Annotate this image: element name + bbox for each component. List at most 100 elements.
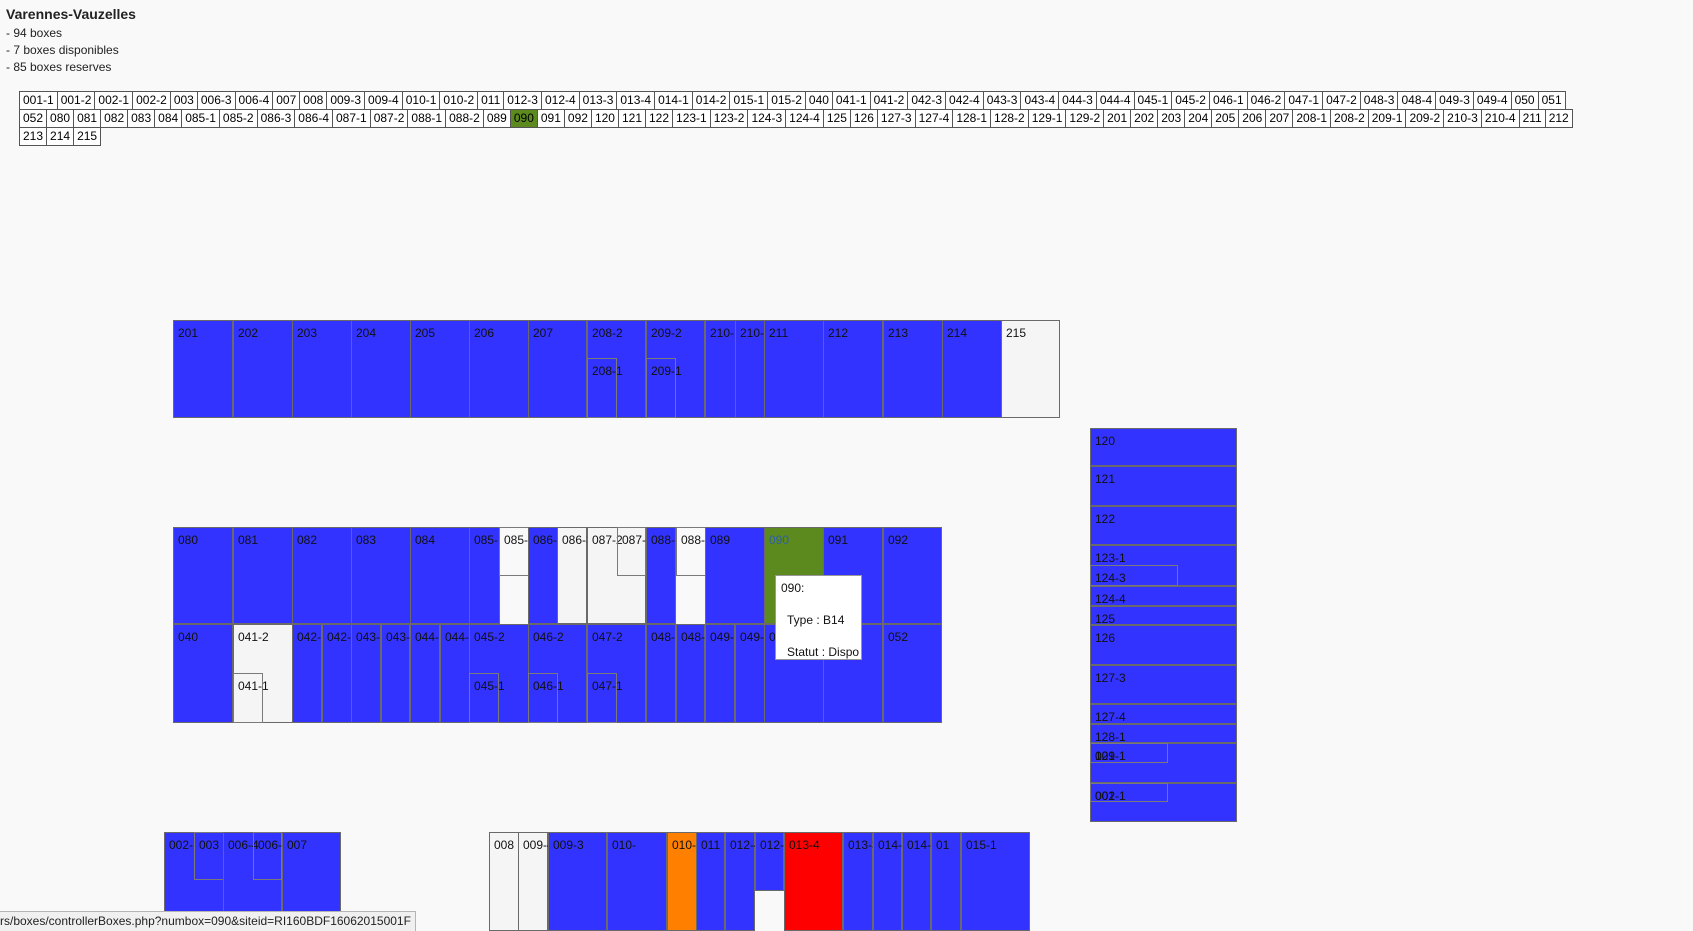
- plan-box-047-1[interactable]: 047-1: [587, 673, 623, 723]
- plan-box-124-3[interactable]: 124-3: [1090, 565, 1178, 586]
- plan-box-080[interactable]: 080: [173, 527, 233, 624]
- plan-box-205[interactable]: 205: [410, 320, 470, 418]
- plan-box-046-1[interactable]: 046-1: [528, 673, 564, 723]
- plan-box-122[interactable]: 122: [1090, 506, 1237, 545]
- plan-box-label: 009-3: [553, 838, 584, 852]
- plan-box-label: 204: [356, 326, 377, 340]
- plan-box-204[interactable]: 204: [351, 320, 411, 418]
- plan-box-010-[interactable]: 010-: [607, 832, 667, 931]
- plan-box-048-[interactable]: 048-: [646, 624, 676, 723]
- plan-box-213[interactable]: 213: [883, 320, 943, 418]
- plan-box-014-1[interactable]: 014-1: [902, 832, 938, 931]
- plan-box-081[interactable]: 081: [233, 527, 293, 624]
- plan-box-008[interactable]: 008: [489, 832, 519, 931]
- plan-box-002-[interactable]: 002-: [1090, 783, 1168, 803]
- plan-box-207[interactable]: 207: [528, 320, 587, 418]
- plan-box-127-4[interactable]: 127-4: [1090, 704, 1237, 724]
- plan-box-043-[interactable]: 043-: [381, 624, 410, 723]
- plan-box-125[interactable]: 125: [1090, 606, 1237, 626]
- plan-box-042-[interactable]: 042-: [322, 624, 352, 723]
- plan-box-label: 090: [769, 533, 790, 547]
- plan-box-089[interactable]: 089: [705, 527, 765, 624]
- plan-box-049-[interactable]: 049-: [705, 624, 735, 723]
- plan-box-label: 210-: [740, 326, 765, 340]
- plan-box-label: 126: [1095, 631, 1116, 645]
- plan-box-010-[interactable]: 010-: [667, 832, 697, 931]
- plan-box-127-3[interactable]: 127-3: [1090, 665, 1237, 704]
- plan-box-214[interactable]: 214: [942, 320, 1002, 418]
- plan-box-label: 121: [1095, 472, 1116, 486]
- plan-box-01[interactable]: 01: [931, 832, 961, 931]
- plan-box-082[interactable]: 082: [292, 527, 352, 624]
- plan-box-215[interactable]: 215: [1001, 320, 1060, 418]
- plan-box-209-1[interactable]: 209-1: [646, 358, 682, 418]
- plan-box-087-1[interactable]: 087-1: [617, 527, 653, 576]
- plan-box-212[interactable]: 212: [823, 320, 883, 418]
- plan-box-203[interactable]: 203: [292, 320, 352, 418]
- plan-box-label: 082: [297, 533, 318, 547]
- plan-box-121[interactable]: 121: [1090, 466, 1237, 506]
- plan-box-041-1[interactable]: 041-1: [233, 673, 269, 723]
- plan-box-label: 088-: [681, 533, 706, 547]
- plan-box-211[interactable]: 211: [764, 320, 824, 418]
- plan-box-label: 210-: [710, 326, 735, 340]
- plan-box-088-[interactable]: 088-: [676, 527, 706, 576]
- plan-box-044-[interactable]: 044-: [410, 624, 440, 723]
- plan-box-label: 047-2: [592, 630, 623, 644]
- plan-box-048-[interactable]: 048-: [676, 624, 705, 723]
- plan-box-label: 049-: [740, 630, 765, 644]
- plan-box-088-[interactable]: 088-: [646, 527, 676, 624]
- plan-box-009-3[interactable]: 009-3: [548, 832, 607, 931]
- plan-box-label: 048-: [651, 630, 676, 644]
- plan-box-120[interactable]: 120: [1090, 428, 1237, 466]
- plan-box-083[interactable]: 083: [351, 527, 411, 624]
- plan-box-049-[interactable]: 049-: [735, 624, 765, 723]
- plan-box-label: 203: [297, 326, 318, 340]
- plan-box-label: 010-: [612, 838, 637, 852]
- plan-box-210-[interactable]: 210-: [735, 320, 765, 418]
- plan-box-012-4[interactable]: 012-4: [725, 832, 761, 931]
- plan-box-092[interactable]: 092: [883, 527, 942, 624]
- plan-box-011[interactable]: 011: [696, 832, 725, 931]
- tooltip-statut: Statut : Dispo: [787, 645, 860, 659]
- plan-box-003[interactable]: 003: [194, 832, 224, 880]
- plan-box-label: 089: [710, 533, 731, 547]
- plan-box-label: 127-4: [1095, 710, 1126, 724]
- plan-box-042-[interactable]: 042-: [292, 624, 322, 723]
- plan-box-015-1[interactable]: 015-1: [961, 832, 1030, 931]
- plan-box-label: 084: [415, 533, 436, 547]
- plan-box-label: 043-: [386, 630, 411, 644]
- plan-box-001-[interactable]: 001-: [1090, 743, 1168, 763]
- plan-box-208-1[interactable]: 208-1: [587, 358, 623, 418]
- plan-box-006-3[interactable]: 006-3: [253, 832, 289, 880]
- plan-box-014-[interactable]: 014-: [873, 832, 902, 931]
- plan-box-013-4[interactable]: 013-4: [784, 832, 843, 931]
- plan-box-086-3[interactable]: 086-3: [557, 527, 593, 624]
- plan-box-202[interactable]: 202: [233, 320, 293, 418]
- plan-box-label: 127-3: [1095, 671, 1126, 685]
- plan-box-124-4[interactable]: 124-4: [1090, 586, 1237, 606]
- plan-box-206[interactable]: 206: [469, 320, 529, 418]
- plan-box-045-1[interactable]: 045-1: [469, 673, 505, 723]
- plan-box-label: 123-1: [1095, 551, 1126, 565]
- plan-box-013-3[interactable]: 013-3: [843, 832, 879, 931]
- tooltip-type: Type : B14: [787, 613, 845, 627]
- plan-box-201[interactable]: 201: [173, 320, 233, 418]
- plan-box-052[interactable]: 052: [883, 624, 942, 723]
- plan-box-012-3[interactable]: 012-3: [755, 832, 791, 891]
- plan-box-085-[interactable]: 085-: [469, 527, 500, 624]
- plan-box-label: 01: [936, 838, 950, 852]
- plan-box-043-[interactable]: 043-: [351, 624, 381, 723]
- plan-box-009-4[interactable]: 009-4: [518, 832, 554, 931]
- plan-box-128-1[interactable]: 128-1: [1090, 724, 1237, 744]
- plan-box-210-[interactable]: 210-: [705, 320, 736, 418]
- plan-box-086-4[interactable]: 086-4: [528, 527, 564, 624]
- plan-box-126[interactable]: 126: [1090, 625, 1237, 665]
- plan-box-040[interactable]: 040: [173, 624, 233, 723]
- status-bar-url: rs/boxes/controllerBoxes.php?numbox=090&…: [0, 911, 416, 931]
- plan-box-084[interactable]: 084: [410, 527, 470, 624]
- plan-box-label: 011: [701, 838, 721, 852]
- plan-box-085-[interactable]: 085-: [499, 527, 529, 576]
- plan-box-044-[interactable]: 044-: [440, 624, 470, 723]
- plan-box-label: 010-: [672, 838, 697, 852]
